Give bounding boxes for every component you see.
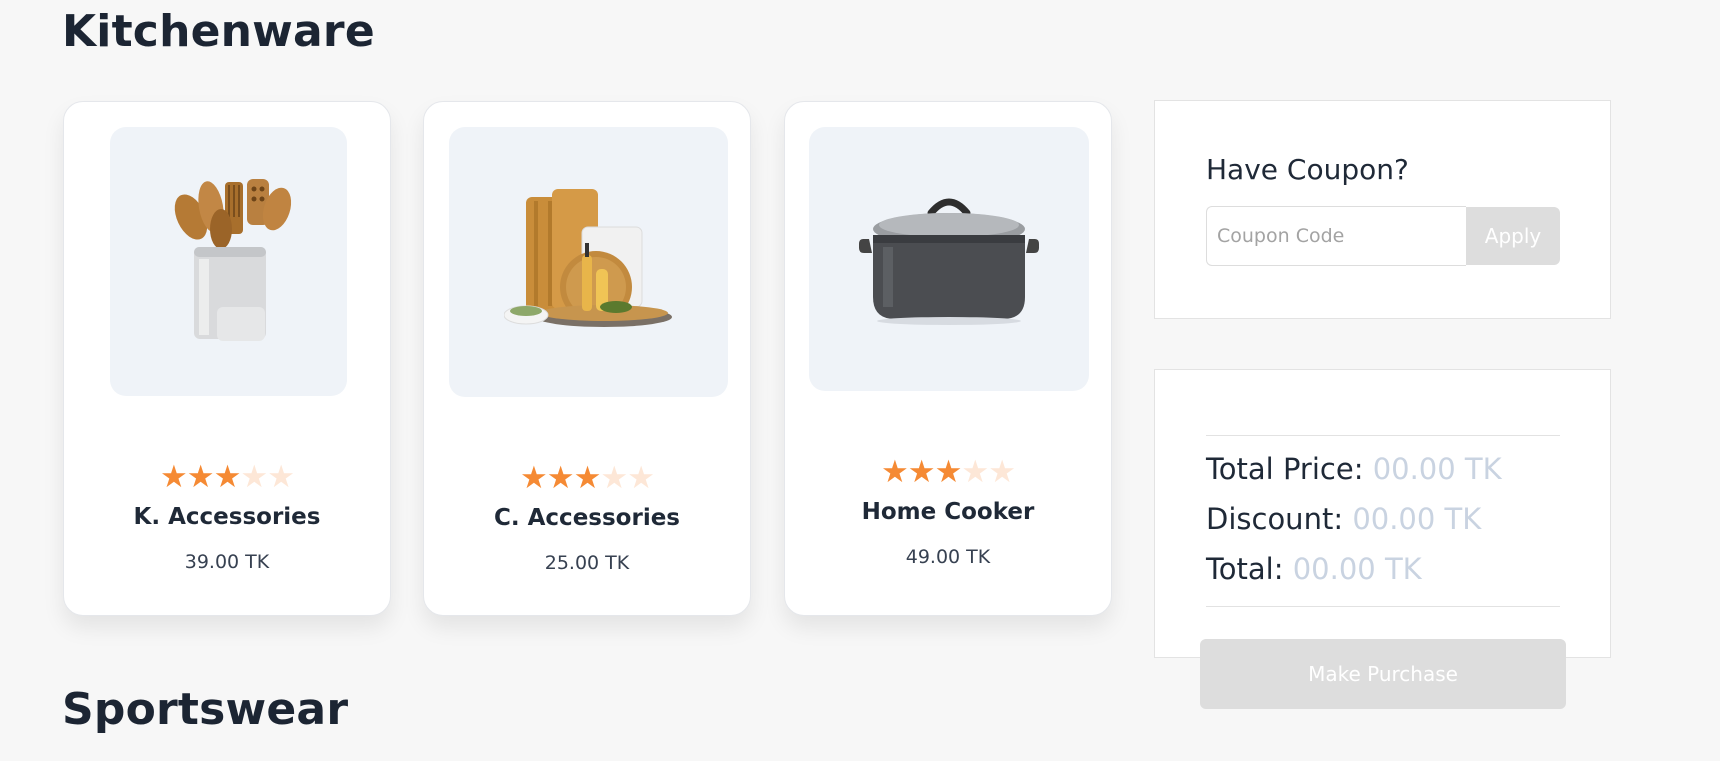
divider: [1206, 435, 1560, 436]
product-name: Home Cooker: [861, 499, 1035, 525]
star-filled-icon: ★: [160, 459, 188, 495]
product-price: 25.00 TK: [544, 552, 630, 574]
star-empty-icon: ★: [627, 460, 655, 496]
utensil-holder-image: [174, 178, 291, 341]
star-filled-icon: ★: [546, 460, 575, 496]
star-filled-icon: ★: [881, 454, 909, 490]
product-image[interactable]: [110, 127, 347, 396]
coupon-code-input[interactable]: [1206, 206, 1466, 266]
product-card[interactable]: ★★★★★ Home Cooker 49.00 TK: [784, 101, 1112, 616]
product-price: 49.00 TK: [905, 546, 991, 568]
star-filled-icon: ★: [573, 460, 602, 496]
divider: [1206, 606, 1560, 607]
product-image[interactable]: [809, 127, 1089, 391]
star-filled-icon: ★: [213, 459, 242, 495]
rating-stars: ★★★★★: [64, 462, 390, 493]
rating-stars: ★★★★★: [424, 463, 750, 494]
star-empty-icon: ★: [961, 454, 989, 490]
product-price: 39.00 TK: [184, 551, 270, 573]
grand-total-label: Total:: [1206, 552, 1284, 586]
discount-value: 00.00 TK: [1352, 502, 1482, 536]
discount-label: Discount:: [1206, 502, 1344, 536]
coupon-title: Have Coupon?: [1206, 153, 1409, 186]
star-filled-icon: ★: [520, 460, 548, 496]
product-card[interactable]: ★★★★★ C. Accessories 25.00 TK: [423, 101, 751, 616]
order-summary-panel: Total Price: 00.00 TK Discount: 00.00 TK…: [1154, 369, 1611, 658]
product-card[interactable]: ★★★★★ K. Accessories 39.00 TK: [63, 101, 391, 616]
apply-coupon-button[interactable]: Apply: [1466, 207, 1560, 265]
grand-total-value: 00.00 TK: [1292, 552, 1422, 586]
make-purchase-button[interactable]: Make Purchase: [1200, 639, 1566, 709]
star-empty-icon: ★: [240, 459, 268, 495]
discount-row: Discount: 00.00 TK: [1206, 502, 1481, 536]
star-filled-icon: ★: [907, 454, 936, 490]
section-title-sportswear: Sportswear: [62, 684, 349, 735]
section-title-kitchenware: Kitchenware: [62, 6, 375, 57]
product-name: C. Accessories: [494, 505, 680, 531]
product-image[interactable]: [449, 127, 728, 397]
star-empty-icon: ★: [267, 459, 295, 495]
total-price-label: Total Price:: [1206, 452, 1364, 486]
star-filled-icon: ★: [934, 454, 963, 490]
cooking-pot-image: [859, 198, 1039, 325]
total-price-row: Total Price: 00.00 TK: [1206, 452, 1502, 486]
coupon-panel: Have Coupon? Apply: [1154, 100, 1611, 319]
rating-stars: ★★★★★: [785, 457, 1111, 488]
star-filled-icon: ★: [186, 459, 215, 495]
cutting-boards-image: [503, 189, 672, 327]
grand-total-row: Total: 00.00 TK: [1206, 552, 1422, 586]
total-price-value: 00.00 TK: [1372, 452, 1502, 486]
star-empty-icon: ★: [988, 454, 1016, 490]
star-empty-icon: ★: [600, 460, 628, 496]
product-name: K. Accessories: [133, 504, 321, 530]
